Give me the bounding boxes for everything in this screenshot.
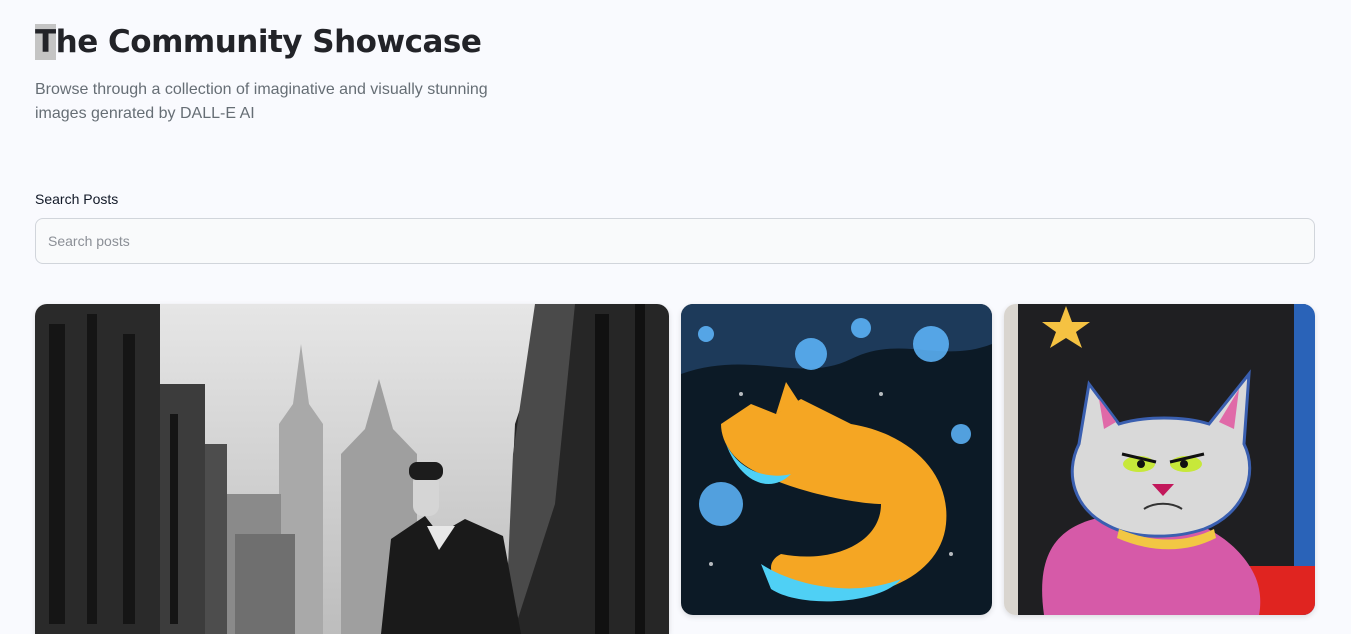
page-title: The Community Showcase	[35, 24, 482, 60]
search-label: Search Posts	[35, 191, 119, 207]
grumpy-cat-image	[1004, 304, 1315, 615]
city-street-image	[35, 304, 669, 634]
search-input[interactable]	[35, 218, 1315, 264]
title-rest: he Community Showcase	[55, 24, 482, 60]
page-subtitle: Browse through a collection of imaginati…	[35, 81, 488, 122]
gallery-card-city-street[interactable]	[35, 304, 669, 634]
gallery-card-fox-painting[interactable]	[681, 304, 992, 615]
gallery-card-grumpy-cat[interactable]	[1004, 304, 1315, 615]
title-first-letter-highlight: T	[35, 24, 56, 60]
fox-painting-image	[681, 304, 992, 615]
